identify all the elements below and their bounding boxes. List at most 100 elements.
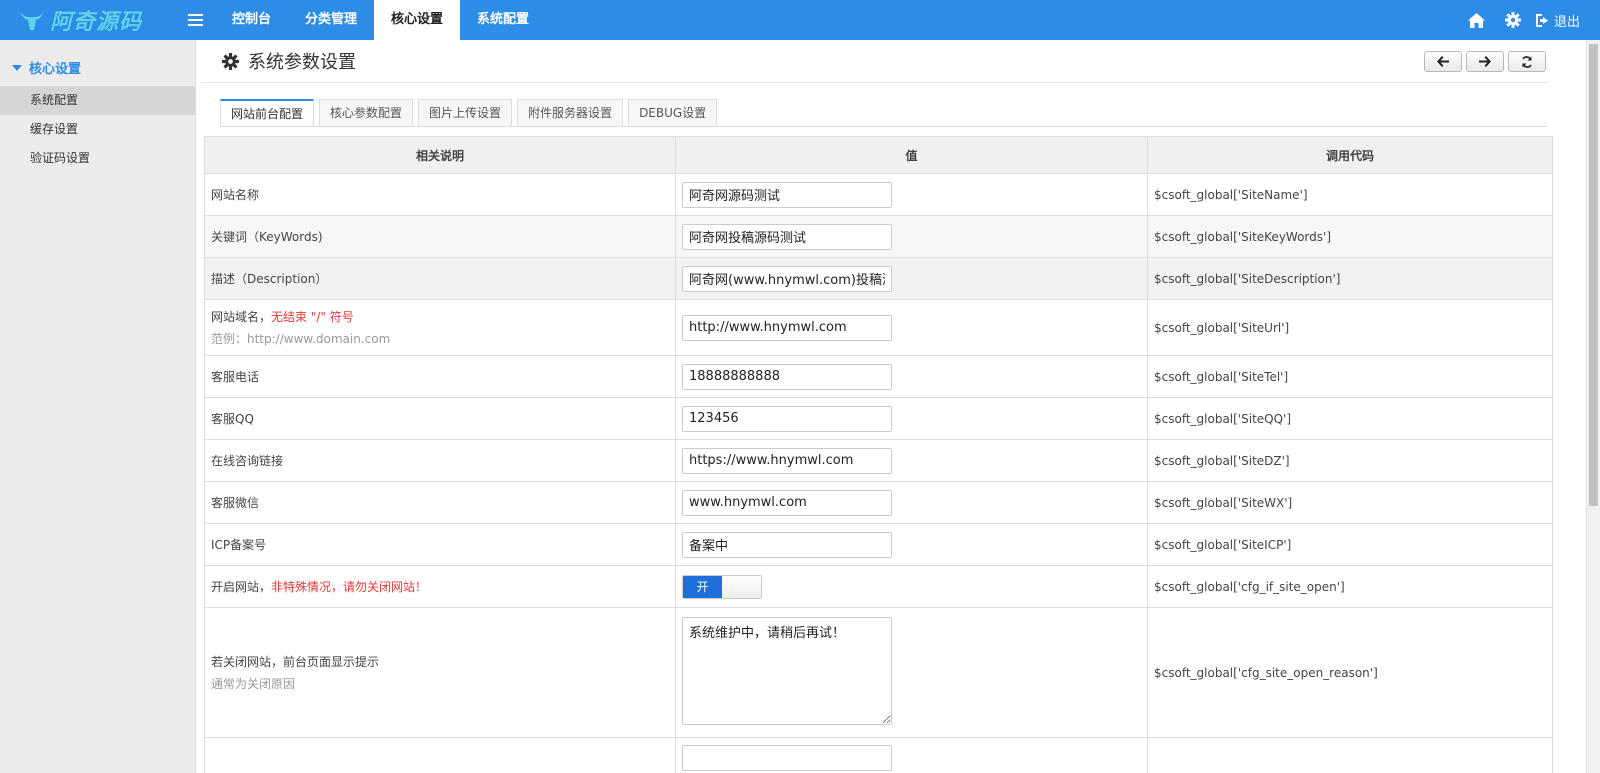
logout-label: 退出 <box>1553 14 1580 30</box>
scrollbar-thumb[interactable] <box>1589 44 1598 506</box>
home-icon <box>1468 12 1486 28</box>
main-content: 系统参数设置 网站前台配置 核心参数配置 图片上传设置 附件服务器设置 DEBU… <box>196 40 1554 773</box>
row-desc: 开启网站， <box>211 580 272 594</box>
row-value-cell <box>675 299 1148 356</box>
row-value-cell <box>675 215 1148 258</box>
history-controls <box>1420 51 1546 72</box>
description-input[interactable] <box>682 265 892 292</box>
row-value-cell <box>675 355 1148 398</box>
table-row: 网站域名，无结束 "/" 符号 范例：http://www.domain.com… <box>204 299 1553 356</box>
col-header-description: 相关说明 <box>204 136 676 174</box>
site-open-toggle[interactable]: 开 <box>682 574 762 599</box>
row-code: $csoft_global['SiteKeyWords'] <box>1147 215 1553 258</box>
settings-table: 相关说明 值 调用代码 网站名称 $csoft_global['SiteName… <box>204 136 1553 773</box>
top-nav: 控制台 分类管理 核心设置 系统配置 <box>215 0 546 40</box>
row-desc-cell: 开启网站，非特殊情况，请勿关闭网站！ <box>204 565 676 608</box>
row-code: $csoft_global['SiteQQ'] <box>1147 397 1553 440</box>
service-phone-input[interactable] <box>682 363 892 390</box>
row-code: $csoft_global['SiteTel'] <box>1147 355 1553 398</box>
row-code: $csoft_global['SiteUrl'] <box>1147 299 1553 356</box>
row-code: $csoft_global['cfg_if_site_open'] <box>1147 565 1553 608</box>
site-url-input[interactable] <box>682 314 892 341</box>
service-wechat-input[interactable] <box>682 489 892 516</box>
row-desc-warning: 非特殊情况，请勿关闭网站！ <box>271 580 428 594</box>
sidebar-item-captcha[interactable]: 验证码设置 <box>0 144 195 173</box>
table-header-row: 相关说明 值 调用代码 <box>204 136 1553 174</box>
row-desc: 网站域名， <box>211 310 272 324</box>
top-bar: 阿奇源码 控制台 分类管理 核心设置 系统配置 退出 <box>0 0 1600 40</box>
refresh-icon <box>1522 55 1532 68</box>
menu-toggle-button[interactable] <box>175 0 215 40</box>
tabs-divider <box>220 126 1548 127</box>
table-row: 网站名称 $csoft_global['SiteName'] <box>204 173 1553 216</box>
refresh-button[interactable] <box>1508 51 1546 72</box>
row-code: $csoft_global['cfg_site_open_reason'] <box>1147 607 1553 738</box>
next-setting-input[interactable] <box>682 744 892 771</box>
home-button[interactable] <box>1459 0 1495 40</box>
row-value-cell <box>675 737 1148 773</box>
row-code: $csoft_global['SiteDZ'] <box>1147 439 1553 482</box>
row-value-cell <box>675 523 1148 566</box>
page-scrollbar[interactable] <box>1586 40 1600 773</box>
gear-icon <box>1504 12 1521 28</box>
table-row: 开启网站，非特殊情况，请勿关闭网站！ 开 $csoft_global['cfg_… <box>204 565 1553 608</box>
close-reason-textarea[interactable]: 系统维护中，请稍后再试！ <box>682 617 892 725</box>
back-button[interactable] <box>1424 51 1462 72</box>
row-value-cell <box>675 257 1148 300</box>
arrow-right-icon <box>1479 56 1491 67</box>
row-hint: 范例：http://www.domain.com <box>211 332 391 346</box>
tab-frontend-config[interactable]: 网站前台配置 <box>220 99 315 127</box>
row-desc: 关键词（KeyWords) <box>204 215 676 258</box>
row-desc: 在线咨询链接 <box>204 439 676 482</box>
sidebar: 核心设置 系统配置 缓存设置 验证码设置 <box>0 40 196 773</box>
row-code: $csoft_global['SiteICP'] <box>1147 523 1553 566</box>
table-row: 在线咨询链接 $csoft_global['SiteDZ'] <box>204 439 1553 482</box>
col-header-code: 调用代码 <box>1147 136 1553 174</box>
logo[interactable]: 阿奇源码 <box>0 0 170 40</box>
row-value-cell: 开 <box>675 565 1148 608</box>
row-value-cell <box>675 173 1148 216</box>
nav-item-system-config[interactable]: 系统配置 <box>460 0 546 40</box>
site-name-input[interactable] <box>682 181 892 208</box>
page-title: 系统参数设置 <box>248 52 356 73</box>
row-desc <box>204 737 676 773</box>
service-qq-input[interactable] <box>682 405 892 432</box>
table-row: 客服微信 $csoft_global['SiteWX'] <box>204 481 1553 524</box>
table-row: 描述（Description） $csoft_global['SiteDescr… <box>204 257 1553 300</box>
sidebar-section-label: 核心设置 <box>29 62 82 77</box>
icp-input[interactable] <box>682 531 892 558</box>
table-row: 客服QQ $csoft_global['SiteQQ'] <box>204 397 1553 440</box>
table-row: 关键词（KeyWords) $csoft_global['SiteKeyWord… <box>204 215 1553 258</box>
sidebar-section-core[interactable]: 核心设置 <box>0 49 195 86</box>
row-desc: 网站名称 <box>204 173 676 216</box>
row-value-cell <box>675 481 1148 524</box>
logout-icon <box>1535 13 1548 27</box>
tab-core-params[interactable]: 核心参数配置 <box>319 99 414 127</box>
forward-button[interactable] <box>1466 51 1504 72</box>
bull-horn-icon <box>20 10 44 30</box>
tab-debug[interactable]: DEBUG设置 <box>628 99 718 127</box>
row-code: $csoft_global['SiteWX'] <box>1147 481 1553 524</box>
sidebar-item-system-config[interactable]: 系统配置 <box>0 86 195 115</box>
row-value-cell: 系统维护中，请稍后再试！ <box>675 607 1148 738</box>
hamburger-icon <box>187 14 203 26</box>
sidebar-item-cache[interactable]: 缓存设置 <box>0 115 195 144</box>
row-hint: 通常为关闭原因 <box>211 677 296 691</box>
tab-attachment-server[interactable]: 附件服务器设置 <box>517 99 624 127</box>
nav-item-core-settings[interactable]: 核心设置 <box>374 0 461 40</box>
keywords-input[interactable] <box>682 223 892 250</box>
logo-text: 阿奇源码 <box>50 9 143 35</box>
table-row: ICP备案号 $csoft_global['SiteICP'] <box>204 523 1553 566</box>
settings-button[interactable] <box>1495 0 1531 40</box>
table-row: 若关闭网站，前台页面显示提示 通常为关闭原因 系统维护中，请稍后再试！ $cso… <box>204 607 1553 738</box>
nav-item-category[interactable]: 分类管理 <box>288 0 374 40</box>
table-row: 客服电话 $csoft_global['SiteTel'] <box>204 355 1553 398</box>
col-header-value: 值 <box>675 136 1148 174</box>
consult-link-input[interactable] <box>682 447 892 474</box>
tab-image-upload[interactable]: 图片上传设置 <box>418 99 513 127</box>
settings-tabs: 网站前台配置 核心参数配置 图片上传设置 附件服务器设置 DEBUG设置 <box>220 99 722 127</box>
row-desc: 描述（Description） <box>204 257 676 300</box>
nav-item-dashboard[interactable]: 控制台 <box>215 0 288 40</box>
logout-button[interactable]: 退出 <box>1535 11 1580 30</box>
row-desc: 客服电话 <box>204 355 676 398</box>
